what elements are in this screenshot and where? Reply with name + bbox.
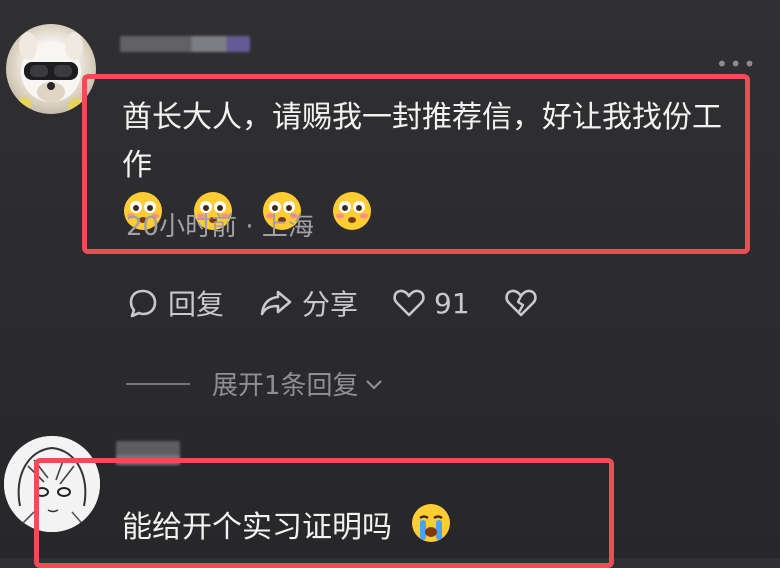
heart-icon [393,289,425,317]
like-count: 91 [434,286,470,320]
comment-body: 能给开个实习证明吗 [122,510,392,545]
username-blurred[interactable] [120,36,250,52]
crying-face-icon [410,502,452,544]
time-location: 20小时前 · 上海 [126,212,314,242]
comment-body: 酋长大人，请赐我一封推荐信，好让我找份工作 [122,100,722,183]
chevron-down-icon [365,379,382,390]
share-icon [260,290,292,316]
comment-text: 能给开个实习证明吗 [122,502,572,552]
divider [126,382,190,385]
dislike-button[interactable] [504,287,546,319]
reply-label: 回复 [168,288,225,321]
like-button[interactable]: 91 [392,287,470,320]
flushed-face-icon [331,190,373,232]
share-button[interactable]: 分享 [258,283,358,323]
reply-icon [129,289,157,318]
expand-replies[interactable]: 展开1条回复 [126,365,385,402]
more-options-icon[interactable]: ••• [716,52,757,76]
reply-button[interactable]: 回复 [126,283,224,323]
expand-replies-label: 展开1条回复 [212,371,359,401]
broken-heart-icon [504,289,537,317]
share-label: 分享 [302,288,359,321]
comment-actions: 回复 分享 91 [126,283,580,323]
